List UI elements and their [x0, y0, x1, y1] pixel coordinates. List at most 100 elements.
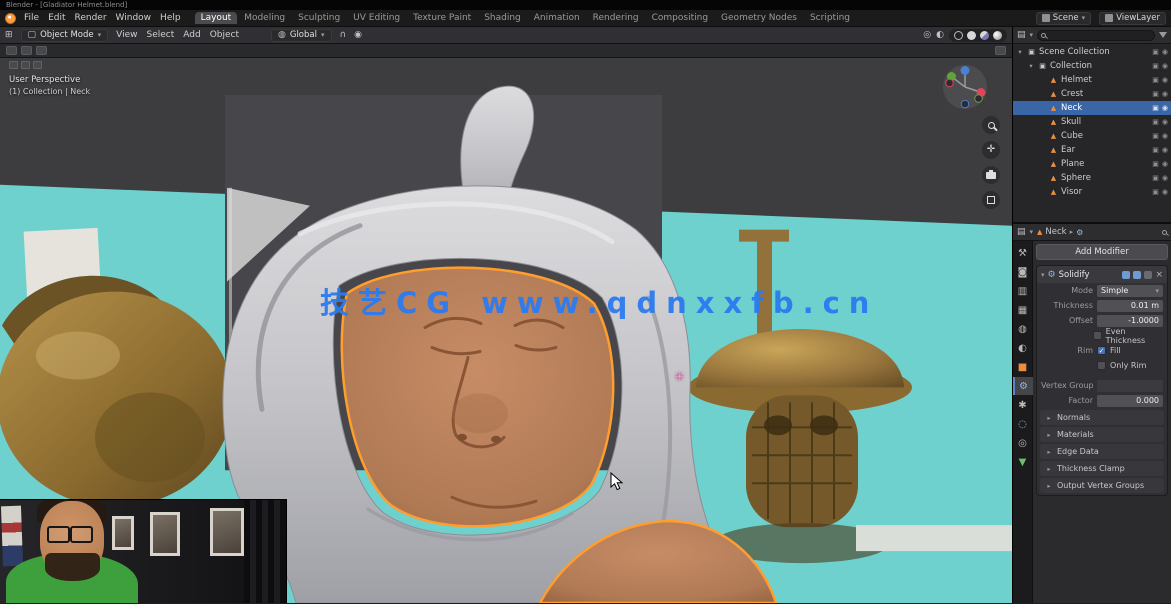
- properties-tab[interactable]: ◙: [1013, 263, 1033, 281]
- eye-icon[interactable]: ◉: [1162, 76, 1168, 84]
- workspace-tab[interactable]: Rendering: [587, 12, 645, 24]
- workspace-tab[interactable]: Animation: [528, 12, 586, 24]
- eye-icon[interactable]: ◉: [1162, 174, 1168, 182]
- eye-icon[interactable]: ◉: [1162, 90, 1168, 98]
- properties-tab[interactable]: ◎: [1013, 434, 1033, 452]
- eye-icon[interactable]: ◉: [1162, 146, 1168, 154]
- editor-type-icon[interactable]: ⊞: [5, 30, 13, 40]
- edit-mode-display-toggle[interactable]: [1122, 271, 1130, 279]
- solid-shading-icon[interactable]: [967, 31, 976, 40]
- blender-logo-icon[interactable]: [5, 13, 16, 24]
- outliner-search-input[interactable]: [1037, 30, 1155, 41]
- workspace-tab[interactable]: Modeling: [238, 12, 291, 24]
- collapsed-subpanel[interactable]: ▸ Edge Data: [1040, 444, 1164, 459]
- eye-icon[interactable]: ◉: [1162, 132, 1168, 140]
- properties-tab[interactable]: ▦: [1013, 301, 1033, 319]
- outliner-row[interactable]: Ear ▣◉: [1013, 143, 1171, 157]
- screen-visibility-icon[interactable]: ▣: [1152, 132, 1159, 140]
- properties-editor-icon[interactable]: ▤: [1017, 227, 1026, 237]
- properties-tab[interactable]: ⚙: [1013, 377, 1033, 395]
- menu-item[interactable]: Window: [116, 13, 152, 23]
- screen-visibility-icon[interactable]: ▣: [1152, 104, 1159, 112]
- zoom-button[interactable]: [982, 116, 1000, 134]
- workspace-tab[interactable]: UV Editing: [347, 12, 406, 24]
- modifier-panel-header[interactable]: ▾ ⚙ Solidify ×: [1037, 266, 1167, 283]
- vertex-group-field[interactable]: [1097, 380, 1163, 392]
- eye-icon[interactable]: ◉: [1162, 118, 1168, 126]
- material-preview-icon[interactable]: [980, 31, 989, 40]
- show-gizmo-icon[interactable]: ◎: [923, 30, 931, 40]
- menu-item[interactable]: File: [24, 13, 39, 23]
- tool-option-icon[interactable]: [21, 46, 32, 55]
- mode-dropdown[interactable]: ▢ Object Mode ▾: [21, 29, 109, 42]
- viewport-menu-item[interactable]: Select: [146, 30, 174, 40]
- outliner-row[interactable]: Plane ▣◉: [1013, 157, 1171, 171]
- active-tool-icon[interactable]: [6, 46, 17, 55]
- screen-visibility-icon[interactable]: ▣: [1152, 62, 1159, 70]
- realtime-display-toggle[interactable]: [1133, 271, 1141, 279]
- workspace-tab[interactable]: Sculpting: [292, 12, 346, 24]
- properties-tab[interactable]: ▼: [1013, 453, 1033, 471]
- workspace-tab[interactable]: Texture Paint: [407, 12, 477, 24]
- outliner-row[interactable]: Sphere ▣◉: [1013, 171, 1171, 185]
- workspace-tab[interactable]: Scripting: [804, 12, 856, 24]
- properties-tab[interactable]: ⚒: [1013, 244, 1033, 262]
- expand-icon[interactable]: [1027, 62, 1035, 70]
- view-layer-selector[interactable]: ViewLayer: [1099, 12, 1166, 25]
- mode-dropdown-field[interactable]: Simple▾: [1097, 285, 1163, 297]
- collapsed-subpanel[interactable]: ▸ Output Vertex Groups: [1040, 478, 1164, 493]
- navigation-gizmo[interactable]: [942, 64, 988, 114]
- factor-field[interactable]: 0.000: [1097, 395, 1163, 407]
- thickness-field[interactable]: 0.01 m: [1097, 300, 1163, 312]
- options-icon[interactable]: [995, 46, 1006, 55]
- properties-tab[interactable]: ◌: [1013, 415, 1033, 433]
- move-view-button[interactable]: ✛: [982, 141, 1000, 159]
- outliner-row[interactable]: Skull ▣◉: [1013, 115, 1171, 129]
- offset-field[interactable]: -1.0000: [1097, 315, 1163, 327]
- eye-icon[interactable]: ◉: [1162, 62, 1168, 70]
- screen-visibility-icon[interactable]: ▣: [1152, 76, 1159, 84]
- rim-fill-checkbox[interactable]: ✓: [1097, 346, 1106, 355]
- proportional-edit-icon[interactable]: ◉: [354, 30, 362, 40]
- properties-tab[interactable]: ◐: [1013, 339, 1033, 357]
- only-rim-checkbox[interactable]: [1097, 361, 1106, 370]
- screen-visibility-icon[interactable]: ▣: [1152, 90, 1159, 98]
- even-thickness-checkbox[interactable]: [1093, 331, 1101, 340]
- collapsed-subpanel[interactable]: ▸ Materials: [1040, 427, 1164, 442]
- outliner-row[interactable]: Collection ▣◉: [1013, 59, 1171, 73]
- transform-orientation-dropdown[interactable]: ◍ Global ▾: [271, 29, 332, 42]
- scene-selector[interactable]: Scene ▾: [1036, 12, 1091, 25]
- outliner-row[interactable]: Scene Collection ▣◉: [1013, 45, 1171, 59]
- menu-item[interactable]: Help: [160, 13, 181, 23]
- breadcrumb-object-name[interactable]: Neck: [1045, 227, 1066, 237]
- viewport-corner-icons[interactable]: [9, 61, 42, 69]
- outliner-row[interactable]: Visor ▣◉: [1013, 185, 1171, 199]
- perspective-toggle-button[interactable]: [982, 191, 1000, 209]
- menu-item[interactable]: Edit: [48, 13, 65, 23]
- collapsed-subpanel[interactable]: ▸ Normals: [1040, 410, 1164, 425]
- collapsed-subpanel[interactable]: ▸ Thickness Clamp: [1040, 461, 1164, 476]
- outliner-row[interactable]: Neck ▣◉: [1013, 101, 1171, 115]
- eye-icon[interactable]: ◉: [1162, 104, 1168, 112]
- rendered-shading-icon[interactable]: [993, 31, 1002, 40]
- add-modifier-button[interactable]: Add Modifier: [1036, 244, 1168, 260]
- wireframe-shading-icon[interactable]: [954, 31, 963, 40]
- workspace-tab[interactable]: Layout: [195, 12, 238, 24]
- screen-visibility-icon[interactable]: ▣: [1152, 188, 1159, 196]
- screen-visibility-icon[interactable]: ▣: [1152, 146, 1159, 154]
- expand-icon[interactable]: [1016, 48, 1024, 56]
- close-icon[interactable]: ×: [1155, 270, 1163, 280]
- filter-icon[interactable]: [1159, 32, 1167, 38]
- render-display-toggle[interactable]: [1144, 271, 1152, 279]
- eye-icon[interactable]: ◉: [1162, 160, 1168, 168]
- screen-visibility-icon[interactable]: ▣: [1152, 48, 1159, 56]
- search-icon[interactable]: [1162, 230, 1167, 235]
- screen-visibility-icon[interactable]: ▣: [1152, 160, 1159, 168]
- viewport-menu-item[interactable]: Add: [183, 30, 200, 40]
- 3d-viewport-canvas[interactable]: User Perspective (1) Collection | Neck: [0, 58, 1012, 603]
- tool-option-icon-2[interactable]: [36, 46, 47, 55]
- overlays-icon[interactable]: ◐: [936, 30, 944, 40]
- menu-item[interactable]: Render: [75, 13, 107, 23]
- screen-visibility-icon[interactable]: ▣: [1152, 174, 1159, 182]
- outliner-row[interactable]: Crest ▣◉: [1013, 87, 1171, 101]
